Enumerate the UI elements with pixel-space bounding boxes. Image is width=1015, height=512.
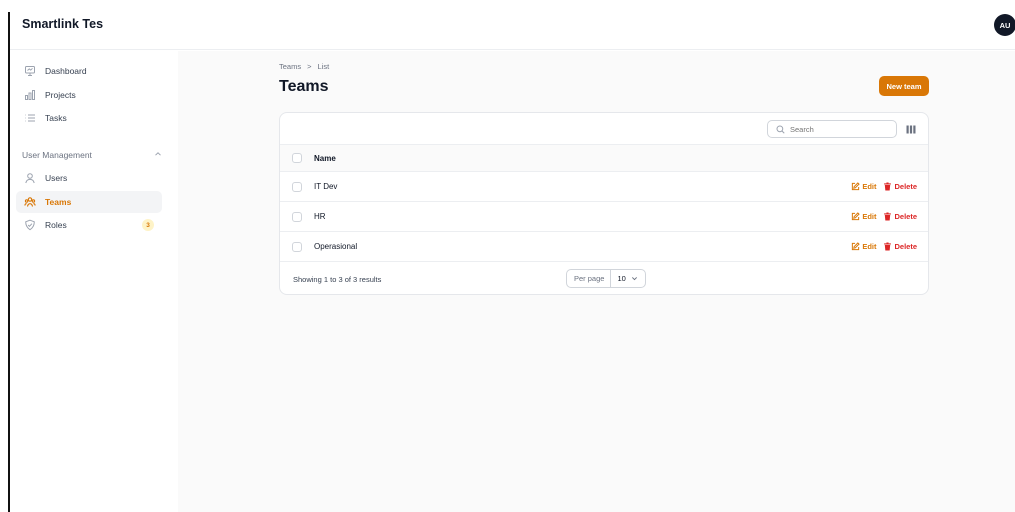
trash-icon (884, 242, 892, 251)
user-group-icon (24, 196, 36, 208)
top-bar: Smartlink Tes AU (10, 0, 1015, 50)
edit-label: Edit (862, 182, 877, 191)
teams-table: Name IT Dev Edit Delete HR (279, 112, 929, 295)
row-checkbox[interactable] (292, 181, 302, 192)
chevron-down-icon (631, 277, 637, 281)
row-actions: Edit Delete (851, 242, 917, 251)
table-row: Operasional Edit Delete (280, 232, 928, 262)
bar-chart-icon (24, 89, 36, 101)
row-checkbox[interactable] (292, 241, 302, 252)
main-content: Teams > List Teams New team Name IT Dev (178, 51, 1015, 512)
table-header: Name (280, 145, 928, 172)
edit-label: Edit (862, 212, 877, 221)
edit-icon (852, 182, 861, 191)
delete-button[interactable]: Delete (883, 212, 917, 221)
sidebar-item-tasks[interactable]: Tasks (16, 107, 162, 129)
row-checkbox[interactable] (292, 211, 302, 222)
team-name-cell: HR (314, 212, 326, 221)
trash-icon (884, 182, 892, 191)
sidebar-item-users[interactable]: Users (16, 167, 162, 189)
user-management-group[interactable]: User Management (22, 150, 162, 160)
sidebar-item-dashboard[interactable]: Dashboard (16, 60, 162, 82)
per-page-value-wrap[interactable]: 10 (611, 274, 637, 283)
edit-label: Edit (862, 242, 877, 251)
user-icon (24, 172, 36, 184)
delete-button[interactable]: Delete (883, 182, 917, 191)
chevron-up-icon[interactable] (154, 150, 162, 160)
search-box[interactable] (767, 120, 897, 138)
edit-button[interactable]: Edit (851, 212, 876, 221)
select-all-checkbox[interactable] (292, 153, 302, 163)
sidebar-item-label: Users (45, 173, 68, 183)
sidebar-item-roles[interactable]: Roles 3 (16, 214, 162, 236)
app-title[interactable]: Smartlink Tes (22, 17, 103, 31)
new-team-button[interactable]: New team (879, 76, 929, 96)
pagination-summary: Showing 1 to 3 of 3 results (293, 275, 382, 284)
presentation-icon (24, 65, 36, 77)
sidebar-item-label: Teams (45, 197, 72, 207)
sidebar-item-projects[interactable]: Projects (16, 84, 162, 106)
delete-label: Delete (894, 182, 917, 191)
breadcrumb: Teams > List (279, 62, 329, 71)
edit-button[interactable]: Edit (851, 242, 876, 251)
per-page-label: Per page (567, 270, 612, 287)
search-icon (776, 124, 785, 134)
breadcrumb-current: List (317, 62, 330, 71)
trash-icon (884, 212, 892, 221)
shield-check-icon (24, 219, 36, 231)
user-avatar[interactable]: AU (994, 14, 1015, 36)
delete-label: Delete (894, 212, 917, 221)
edit-button[interactable]: Edit (851, 182, 876, 191)
group-label: User Management (22, 150, 92, 160)
per-page-value: 10 (617, 274, 626, 283)
table-toolbar (280, 113, 928, 145)
roles-count-badge: 3 (142, 219, 154, 231)
edit-icon (852, 212, 861, 221)
table-row: HR Edit Delete (280, 202, 928, 232)
delete-label: Delete (894, 242, 917, 251)
sidebar-item-label: Tasks (45, 113, 67, 123)
row-actions: Edit Delete (851, 182, 917, 191)
row-actions: Edit Delete (851, 212, 917, 221)
per-page-select[interactable]: Per page 10 (566, 269, 646, 288)
sidebar-item-teams[interactable]: Teams (16, 191, 162, 213)
column-header-name[interactable]: Name (314, 154, 336, 163)
team-name-cell: Operasional (314, 242, 358, 251)
column-toggle-icon[interactable] (905, 123, 917, 135)
team-name-cell: IT Dev (314, 182, 338, 191)
page-title: Teams (279, 78, 329, 95)
table-row: IT Dev Edit Delete (280, 172, 928, 202)
breadcrumb-separator: > (307, 62, 312, 71)
table-footer: Showing 1 to 3 of 3 results Per page 10 (280, 263, 928, 294)
edit-icon (852, 242, 861, 251)
breadcrumb-link-teams[interactable]: Teams (279, 62, 301, 71)
delete-button[interactable]: Delete (883, 242, 917, 251)
sidebar-item-label: Projects (45, 90, 76, 100)
sidebar-item-label: Dashboard (45, 66, 87, 76)
sidebar-item-label: Roles (45, 220, 67, 230)
list-icon (24, 112, 36, 124)
sidebar: Dashboard Projects Tasks User Management… (10, 51, 178, 512)
search-input[interactable] (790, 124, 880, 134)
